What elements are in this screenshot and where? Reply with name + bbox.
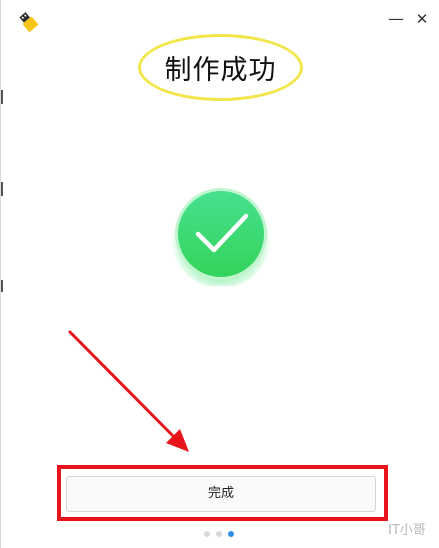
page-dot — [216, 531, 222, 537]
success-checkmark-icon — [171, 188, 271, 286]
app-window: — ✕ 制作成功 完成 IT小哥 — [0, 0, 439, 548]
window-edge-mark — [1, 182, 3, 196]
page-dot-active — [228, 531, 234, 537]
page-indicator — [204, 531, 234, 539]
minimize-button[interactable]: — — [385, 8, 407, 30]
window-edge-mark — [1, 90, 3, 104]
annotation-arrow-icon — [68, 330, 189, 452]
finish-button[interactable]: 完成 — [66, 476, 376, 512]
page-title: 制作成功 — [164, 55, 277, 86]
window-edge-mark — [1, 280, 3, 292]
close-button[interactable]: ✕ — [411, 8, 433, 30]
page-dot — [204, 531, 210, 537]
usb-drive-icon — [19, 12, 39, 32]
watermark: IT小哥 — [388, 523, 426, 538]
